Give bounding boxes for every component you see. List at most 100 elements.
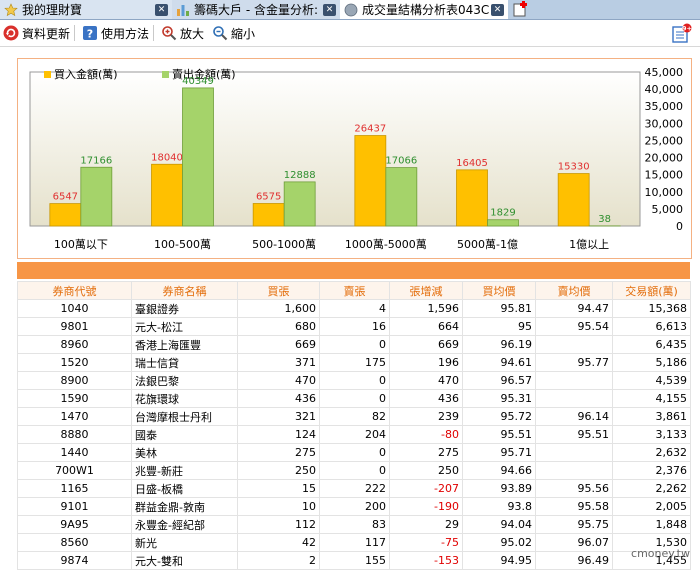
table-cell: 95.31 bbox=[463, 390, 536, 408]
y-tick-label: 20,000 bbox=[645, 152, 684, 165]
table-row[interactable]: 9874元大-雙和2155-15394.9596.491,455 bbox=[18, 552, 691, 570]
refresh-button[interactable]: 資料更新 bbox=[3, 25, 70, 42]
table-cell: 95.54 bbox=[536, 318, 613, 336]
table-cell: 117 bbox=[320, 534, 390, 552]
y-tick-label: 10,000 bbox=[645, 186, 684, 199]
column-header[interactable]: 交易額(萬) bbox=[613, 282, 691, 300]
data-label: 15330 bbox=[558, 162, 590, 173]
toolbar-divider bbox=[74, 25, 75, 41]
y-tick-label: 40,000 bbox=[645, 83, 684, 96]
tab-label: 我的理財寶 bbox=[22, 1, 155, 18]
table-cell: 15,368 bbox=[613, 300, 691, 318]
table-row[interactable]: 1520瑞士信貸37117519694.6195.775,186 bbox=[18, 354, 691, 372]
toolbar-divider bbox=[153, 25, 154, 41]
table-cell: 法銀巴黎 bbox=[132, 372, 238, 390]
table-cell: 94.47 bbox=[536, 300, 613, 318]
table-cell: 83 bbox=[320, 516, 390, 534]
table-cell: 470 bbox=[390, 372, 463, 390]
column-header[interactable]: 賣張 bbox=[320, 282, 390, 300]
column-header[interactable]: 賣均價 bbox=[536, 282, 613, 300]
plot-background bbox=[30, 72, 640, 226]
table-row[interactable]: 9A95永豐金-經紀部112832994.0495.751,848 bbox=[18, 516, 691, 534]
data-label: 6575 bbox=[256, 191, 281, 202]
table-cell: 250 bbox=[238, 462, 320, 480]
table-cell: 1165 bbox=[18, 480, 132, 498]
tab-my-wealth[interactable]: 我的理財寶 ✕ bbox=[0, 0, 172, 19]
close-icon[interactable]: ✕ bbox=[155, 4, 168, 16]
table-cell bbox=[536, 336, 613, 354]
tab-bar: 我的理財寶 ✕ 籌碼大戶 - 含金量分析: ✕ 成交量結構分析表043C ✕ bbox=[0, 0, 700, 20]
zoom-out-button[interactable]: 縮小 bbox=[212, 25, 255, 42]
app-badge-icon[interactable]: 9+ bbox=[672, 23, 692, 43]
table-row[interactable]: 1440美林275027595.712,632 bbox=[18, 444, 691, 462]
bar-sell bbox=[284, 182, 315, 226]
data-label: 6547 bbox=[53, 192, 78, 203]
table-row[interactable]: 9101群益金鼎-敦南10200-19093.895.582,005 bbox=[18, 498, 691, 516]
table-row[interactable]: 700W1兆豐-新莊250025094.662,376 bbox=[18, 462, 691, 480]
table-cell: -153 bbox=[390, 552, 463, 570]
table-cell: 國泰 bbox=[132, 426, 238, 444]
y-tick-label: 25,000 bbox=[645, 134, 684, 147]
table-cell: 6,613 bbox=[613, 318, 691, 336]
star-icon bbox=[4, 3, 18, 17]
table-cell: 94.61 bbox=[463, 354, 536, 372]
table-cell: 95.51 bbox=[463, 426, 536, 444]
table-cell: 112 bbox=[238, 516, 320, 534]
table-row[interactable]: 1040臺銀證券1,60041,59695.8194.4715,368 bbox=[18, 300, 691, 318]
table-cell: 9801 bbox=[18, 318, 132, 336]
refresh-label: 資料更新 bbox=[22, 25, 70, 42]
table-row[interactable]: 8880國泰124204-8095.5195.513,133 bbox=[18, 426, 691, 444]
x-tick-label: 100萬以下 bbox=[54, 238, 108, 251]
table-cell: 9A95 bbox=[18, 516, 132, 534]
table-row[interactable]: 1165日盛-板橋15222-20793.8995.562,262 bbox=[18, 480, 691, 498]
table-row[interactable]: 1470台灣摩根士丹利3218223995.7296.143,861 bbox=[18, 408, 691, 426]
help-button[interactable]: ? 使用方法 bbox=[82, 25, 149, 42]
table-cell: 2,632 bbox=[613, 444, 691, 462]
tab-chip-analysis[interactable]: 籌碼大戶 - 含金量分析: ✕ bbox=[172, 0, 340, 19]
table-cell: 95.72 bbox=[463, 408, 536, 426]
zoom-in-label: 放大 bbox=[180, 25, 204, 42]
table-cell bbox=[536, 372, 613, 390]
column-header[interactable]: 買均價 bbox=[463, 282, 536, 300]
column-header[interactable]: 買張 bbox=[238, 282, 320, 300]
close-icon[interactable]: ✕ bbox=[491, 4, 504, 16]
table-cell: 680 bbox=[238, 318, 320, 336]
table-row[interactable]: 8900法銀巴黎470047096.574,539 bbox=[18, 372, 691, 390]
svg-text:?: ? bbox=[87, 28, 93, 41]
bar-buy bbox=[253, 203, 284, 226]
column-header[interactable]: 張增減 bbox=[390, 282, 463, 300]
table-cell: 8900 bbox=[18, 372, 132, 390]
refresh-icon bbox=[3, 25, 19, 41]
tab-volume-structure[interactable]: 成交量結構分析表043C ✕ bbox=[340, 0, 508, 19]
table-row[interactable]: 1590花旗環球436043695.314,155 bbox=[18, 390, 691, 408]
zoom-in-button[interactable]: 放大 bbox=[161, 25, 204, 42]
table-row[interactable]: 8560新光42117-7595.0296.071,530 bbox=[18, 534, 691, 552]
table-cell: 5,186 bbox=[613, 354, 691, 372]
new-tab-icon[interactable] bbox=[512, 1, 530, 18]
legend-label-buy: 買入金額(萬) bbox=[54, 67, 118, 81]
column-header[interactable]: 券商名稱 bbox=[132, 282, 238, 300]
table-cell: 96.07 bbox=[536, 534, 613, 552]
table-cell: 1590 bbox=[18, 390, 132, 408]
table-cell: 6,435 bbox=[613, 336, 691, 354]
table-cell: 4,539 bbox=[613, 372, 691, 390]
bar-sell bbox=[81, 167, 112, 226]
table-cell: 9874 bbox=[18, 552, 132, 570]
table-cell: 花旗環球 bbox=[132, 390, 238, 408]
table-cell: 371 bbox=[238, 354, 320, 372]
data-label: 26437 bbox=[354, 124, 386, 135]
column-header[interactable]: 券商代號 bbox=[18, 282, 132, 300]
table-row[interactable]: 9801元大-松江680166649595.546,613 bbox=[18, 318, 691, 336]
table-cell: 1520 bbox=[18, 354, 132, 372]
table-cell: 200 bbox=[320, 498, 390, 516]
table-cell: 95 bbox=[463, 318, 536, 336]
data-label: 18040 bbox=[151, 152, 183, 163]
legend-swatch-sell bbox=[162, 71, 169, 78]
table-cell: 8880 bbox=[18, 426, 132, 444]
table-row[interactable]: 8960香港上海匯豐669066996.196,435 bbox=[18, 336, 691, 354]
table-cell: 2 bbox=[238, 552, 320, 570]
zoom-out-icon bbox=[212, 25, 228, 41]
table-cell: 95.02 bbox=[463, 534, 536, 552]
tab-label: 籌碼大戶 - 含金量分析: bbox=[194, 1, 323, 18]
close-icon[interactable]: ✕ bbox=[323, 4, 336, 16]
